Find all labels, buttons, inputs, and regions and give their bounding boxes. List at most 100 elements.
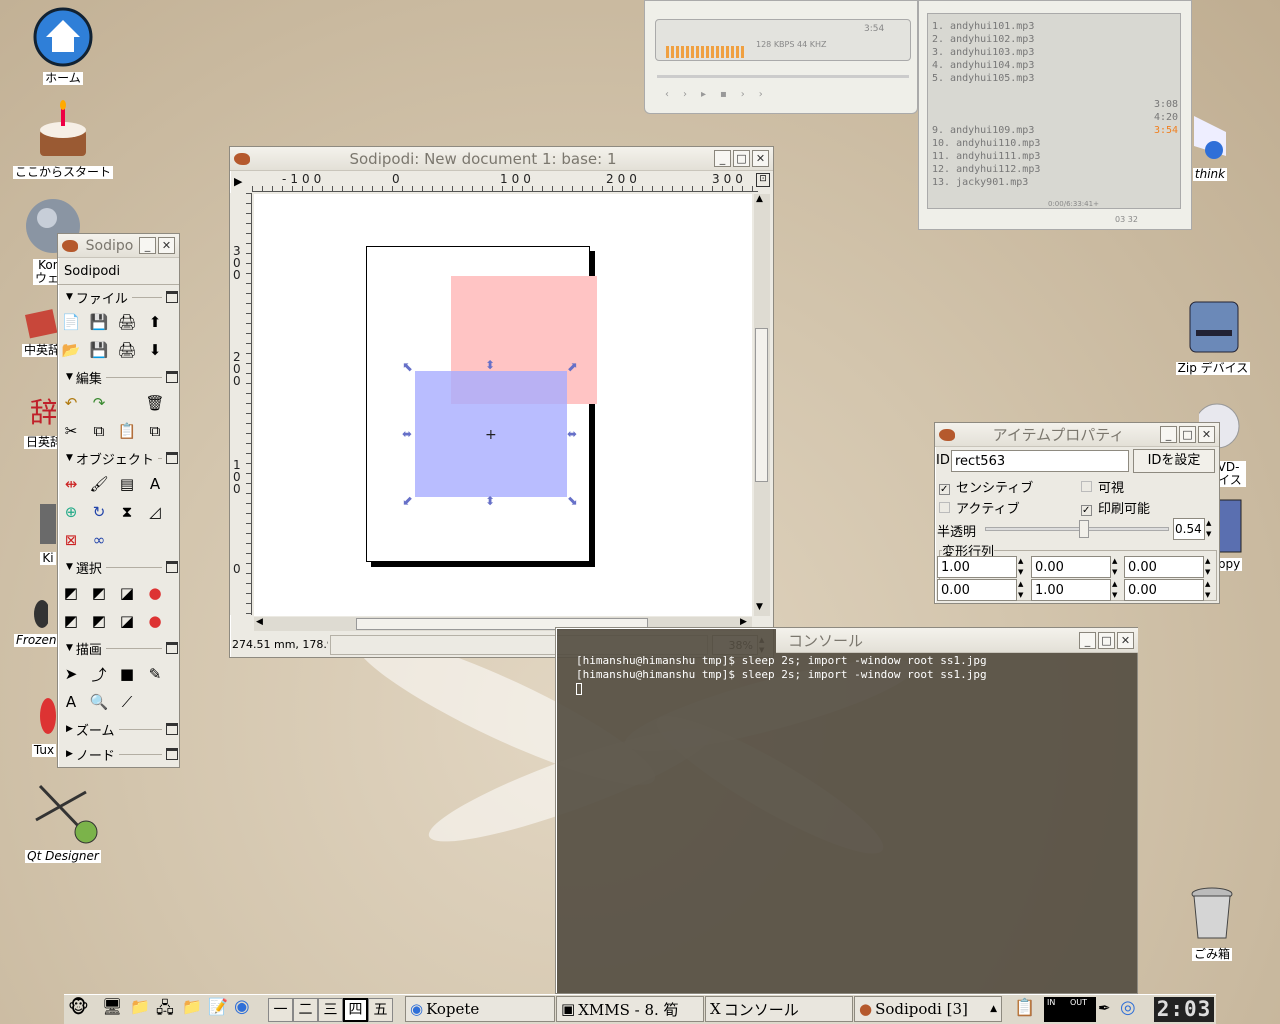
select-next-icon[interactable]: ◩ (58, 608, 84, 634)
clipboard-icon[interactable]: 📋 (1014, 998, 1035, 1018)
desktop-icon-qt-designer[interactable]: Qt Designer (20, 780, 106, 863)
matrix-field[interactable] (1031, 556, 1111, 578)
desktop-icon[interactable]: 🖥 (102, 997, 122, 1016)
list-item[interactable]: 5. andyhui105.mp3 (932, 72, 1040, 85)
pager-desktop-3[interactable]: 三 (318, 998, 343, 1022)
terminal-output[interactable]: [himanshu@himanshu tmp]$ sleep 2s; impor… (576, 654, 1116, 695)
matrix-field[interactable] (937, 579, 1017, 601)
desktop-icon-start[interactable]: ここからスタート (10, 100, 116, 179)
desktop-icon-chinese-dict[interactable]: 中英辞 (22, 306, 63, 357)
list-item[interactable]: 4. andyhui104.mp3 (932, 59, 1040, 72)
minimize-button[interactable]: _ (139, 237, 156, 254)
group-icon[interactable]: ⊠ (58, 527, 84, 553)
scale-handle-icon[interactable]: ⬌ (567, 427, 577, 441)
active-checkbox[interactable]: アクティブ (939, 498, 1020, 517)
title-bar[interactable]: Sodipo _ ✕ (58, 234, 179, 258)
save-as-icon[interactable]: 💾 (86, 337, 112, 363)
id-input[interactable] (951, 450, 1129, 472)
matrix-spinner[interactable]: ▲ ▼ (1018, 556, 1023, 578)
select-none-icon[interactable]: ● (142, 608, 168, 634)
network-icon[interactable]: 🖧 (156, 997, 174, 1024)
task-sodipodi[interactable]: ● Sodipodi [3] ▲ (854, 996, 1002, 1022)
scroll-up-icon[interactable]: ▲ (756, 194, 763, 204)
pen-icon[interactable]: ✒ (1098, 999, 1111, 1017)
matrix-field[interactable] (1031, 579, 1111, 601)
matrix-spinner[interactable]: ▲ ▼ (1112, 556, 1117, 578)
matrix-spinner[interactable]: ▲ ▼ (1205, 579, 1210, 601)
vertical-scrollbar[interactable]: ▲ ▼ (754, 194, 770, 616)
list-item[interactable]: 12. andyhui112.mp3 (932, 163, 1040, 176)
copy-icon[interactable]: ⧉ (86, 418, 112, 444)
list-item[interactable]: 3. andyhui103.mp3 (932, 46, 1040, 59)
section-file[interactable]: ▼ ファイル (60, 286, 178, 308)
paste-icon[interactable]: 📋 (114, 418, 140, 444)
select-prev-icon[interactable]: ◩ (86, 608, 112, 634)
title-bar[interactable]: コンソール _ □ ✕ (776, 628, 1138, 653)
list-item[interactable]: 10. andyhui110.mp3 (932, 137, 1040, 150)
list-item[interactable]: 11. andyhui111.mp3 (932, 150, 1040, 163)
pen-tool-icon[interactable]: ✎ (142, 661, 168, 687)
scroll-right-icon[interactable]: ▶ (740, 617, 747, 627)
desktop-icon-trash[interactable]: ごみ箱 (1180, 884, 1244, 961)
close-button[interactable]: ✕ (158, 237, 175, 254)
maximize-button[interactable]: □ (1098, 631, 1115, 649)
list-item[interactable]: 13. jacky901.mp3 (932, 176, 1040, 189)
undo-icon[interactable]: ↶ (58, 390, 84, 416)
folder-icon[interactable]: 📁 (182, 997, 202, 1016)
selection-center-icon[interactable]: + (485, 427, 497, 443)
menu-sodipodi[interactable]: Sodipodi (64, 264, 120, 279)
minimize-button[interactable]: _ (714, 150, 731, 167)
text-tool-icon[interactable]: A (58, 689, 84, 715)
section-node[interactable]: ▶ ノード (60, 743, 178, 765)
sodipodi-toolbox[interactable]: Sodipo _ ✕ Sodipodi ▼ ファイル 📄 💾 🖨 ⬆ 📂 💾 🖨 … (57, 233, 180, 768)
select-lower-icon[interactable]: ◪ (114, 580, 140, 606)
list-item[interactable]: 9. andyhui109.mp3 (932, 124, 1040, 137)
xmms-controls[interactable]: ‹›▸▪›› (665, 89, 885, 105)
scale-handle-icon[interactable]: ⬉ (402, 360, 413, 375)
cut-icon[interactable]: ✂ (58, 418, 84, 444)
maximize-button[interactable]: □ (733, 150, 750, 167)
selector-tool-icon[interactable]: ➤ (58, 661, 84, 687)
zoom-tool-icon[interactable]: 🔍 (86, 689, 112, 715)
xmms-seek-bar[interactable] (657, 75, 909, 78)
trash-icon[interactable]: 🗑 (142, 390, 168, 416)
close-button[interactable]: ✕ (752, 150, 769, 167)
desktop-icon-zip[interactable]: Zip デバイス (1172, 296, 1254, 375)
opacity-input[interactable] (1173, 518, 1205, 540)
skew-icon[interactable]: ◿ (142, 499, 168, 525)
clock[interactable]: 2:03 (1154, 997, 1214, 1022)
scroll-down-icon[interactable]: ▼ (756, 602, 763, 612)
maximize-button[interactable]: □ (1179, 426, 1196, 443)
item-properties-dialog[interactable]: アイテムプロパティ _ □ ✕ ID IDを設定 ✓センシティブ 可視 アクティ… (934, 422, 1220, 604)
printable-checkbox[interactable]: ✓ 印刷可能 (1081, 498, 1150, 517)
task-console[interactable]: X コンソール (705, 996, 853, 1022)
matrix-spinner[interactable]: ▲ ▼ (1112, 579, 1117, 601)
mirror-icon[interactable]: ⧗ (114, 499, 140, 525)
matrix-field[interactable] (1124, 579, 1204, 601)
slider-thumb[interactable] (1079, 520, 1090, 538)
select-raise-icon[interactable]: ◩ (58, 580, 84, 606)
section-edit[interactable]: ▼ 編集 (60, 366, 178, 388)
rotate-icon[interactable]: ↻ (86, 499, 112, 525)
scale-handle-icon[interactable]: ⬍ (485, 494, 495, 508)
opacity-spinner[interactable]: ▲ ▼ (1206, 518, 1218, 540)
task-kopete[interactable]: ◉ Kopete (405, 996, 555, 1022)
kde-menu-icon[interactable]: 🐵 (68, 997, 89, 1018)
pager-desktop-5[interactable]: 五 (368, 998, 393, 1022)
drawing-canvas[interactable]: + ⬉ ⬍ ⬈ ⬌ ⬌ ⬋ ⬍ ⬊ (254, 194, 752, 616)
console-window[interactable]: コンソール _ □ ✕ [himanshu@himanshu tmp]$ sle… (555, 627, 1138, 994)
xmms-player[interactable]: 3:54 128 KBPS 44 KHZ ‹›▸▪›› (644, 0, 918, 114)
matrix-field[interactable] (1124, 556, 1204, 578)
title-bar[interactable]: Sodipodi: New document 1: base: 1 _ □ ✕ (230, 147, 773, 171)
rectangle-tool-icon[interactable]: ■ (114, 661, 140, 687)
flip-horizontal-icon[interactable]: ⇹ (58, 471, 84, 497)
import-icon[interactable]: ⬆ (142, 309, 168, 335)
ungroup-icon[interactable]: ∞ (86, 527, 112, 553)
globe-icon[interactable]: ◎ (1120, 997, 1136, 1018)
sensitive-checkbox[interactable]: ✓ センシティブ (939, 477, 1033, 496)
desktop-icon-ki[interactable]: Ki (38, 498, 58, 565)
export-icon[interactable]: ⬇ (142, 337, 168, 363)
desktop-icon-home[interactable]: ホーム (28, 6, 98, 85)
raise-icon[interactable]: ▤ (114, 471, 140, 497)
sodipodi-document-window[interactable]: Sodipodi: New document 1: base: 1 _ □ ✕ … (229, 146, 774, 658)
